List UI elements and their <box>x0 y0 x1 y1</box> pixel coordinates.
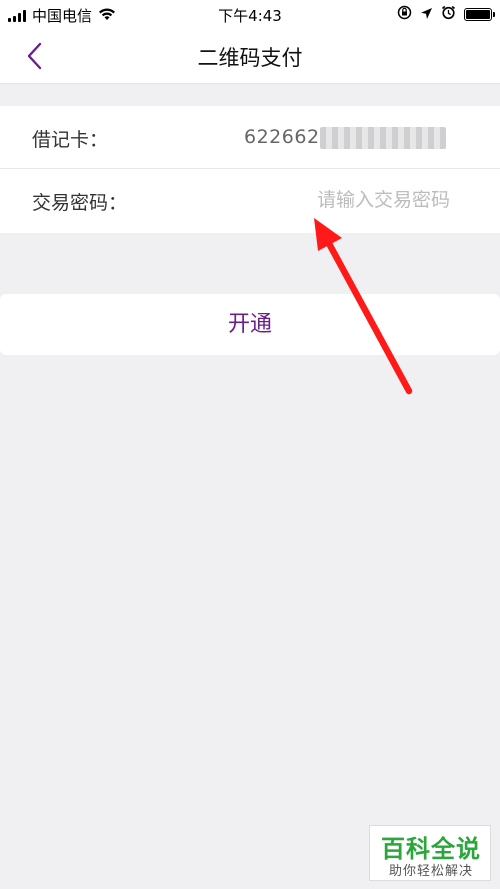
debit-card-row: 借记卡： 622662 <box>0 106 500 169</box>
status-right <box>397 5 495 24</box>
open-button[interactable]: 开通 <box>0 294 500 355</box>
status-bar: 中国电信 下午4:43 <box>0 0 500 28</box>
alarm-icon <box>441 5 456 24</box>
watermark-main: 百科全说 <box>381 835 481 863</box>
password-row: 交易密码： <box>0 169 500 232</box>
debit-card-label: 借记卡： <box>32 129 109 151</box>
page: 中国电信 下午4:43 二维码支付 借记卡： 622662 交易密码： 开通 百… <box>0 0 500 889</box>
password-input[interactable] <box>260 185 450 215</box>
card-number-mask <box>320 127 446 149</box>
watermark-sub: 助你轻松解决 <box>388 864 473 879</box>
page-title: 二维码支付 <box>197 46 303 70</box>
debit-card-number: 622662 <box>244 126 320 148</box>
battery-icon <box>464 8 495 21</box>
location-icon <box>420 6 433 24</box>
watermark-logo: 百科全说 助你轻松解决 <box>369 825 491 881</box>
password-label: 交易密码： <box>32 192 128 214</box>
nav-bar: 二维码支付 <box>0 28 500 84</box>
rotation-lock-icon <box>397 5 412 24</box>
form-card: 借记卡： 622662 交易密码： <box>0 106 500 233</box>
